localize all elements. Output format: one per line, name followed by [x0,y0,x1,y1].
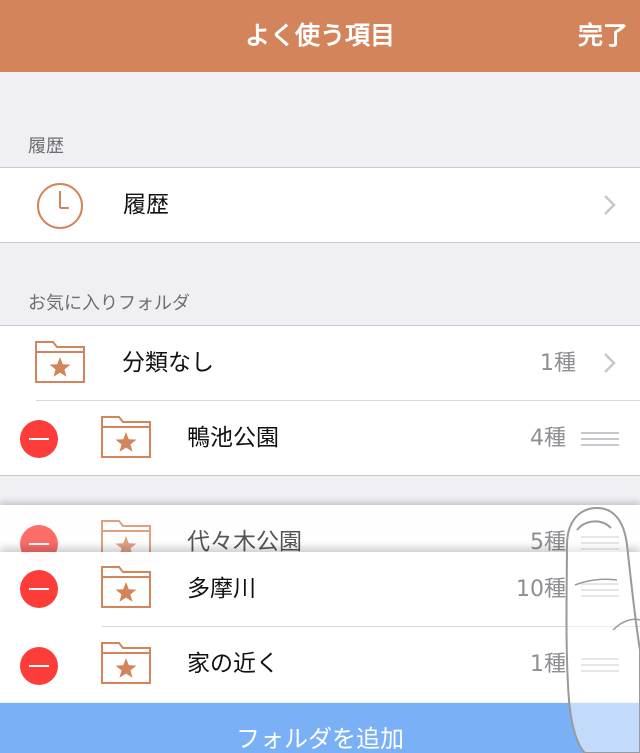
folders-section-header: お気に入りフォルダ [28,293,190,314]
reorder-handle-icon[interactable] [581,432,619,446]
divider [0,475,640,476]
clock-icon [37,183,83,229]
page-title: よく使う項目 [244,21,395,50]
folder-star-icon [101,566,151,608]
folder-count: 1種 [540,351,576,376]
folder-row[interactable]: 家の近く 1種 [0,627,640,702]
add-folder-label: フォルダを追加 [236,725,404,753]
chevron-right-icon [604,195,616,215]
folder-label: 家の近く [187,651,279,677]
folder-star-icon [35,341,85,383]
history-section-header: 履歴 [28,136,64,157]
folder-row[interactable]: 多摩川 10種 [0,552,640,627]
add-folder-button[interactable]: フォルダを追加 [0,703,640,753]
folder-star-icon [101,416,151,458]
done-button[interactable]: 完了 [578,0,628,72]
folder-row-uncategorized[interactable]: 分類なし 1種 [0,326,640,401]
folder-label: 鴨池公園 [187,425,279,451]
history-row[interactable]: 履歴 [0,168,640,242]
folder-row[interactable]: 鴨池公園 4種 [0,401,640,476]
navigation-bar: よく使う項目 完了 [0,0,640,72]
folder-count: 4種 [530,426,566,451]
finger-pointer [565,506,640,753]
folder-star-icon [101,642,151,684]
history-label: 履歴 [123,192,169,218]
folder-label: 分類なし [122,350,214,376]
folder-label: 多摩川 [187,576,256,602]
divider [0,242,640,243]
chevron-right-icon [604,353,616,373]
delete-minus-icon[interactable] [20,647,58,685]
delete-minus-icon[interactable] [20,420,58,458]
delete-minus-icon[interactable] [20,570,58,608]
